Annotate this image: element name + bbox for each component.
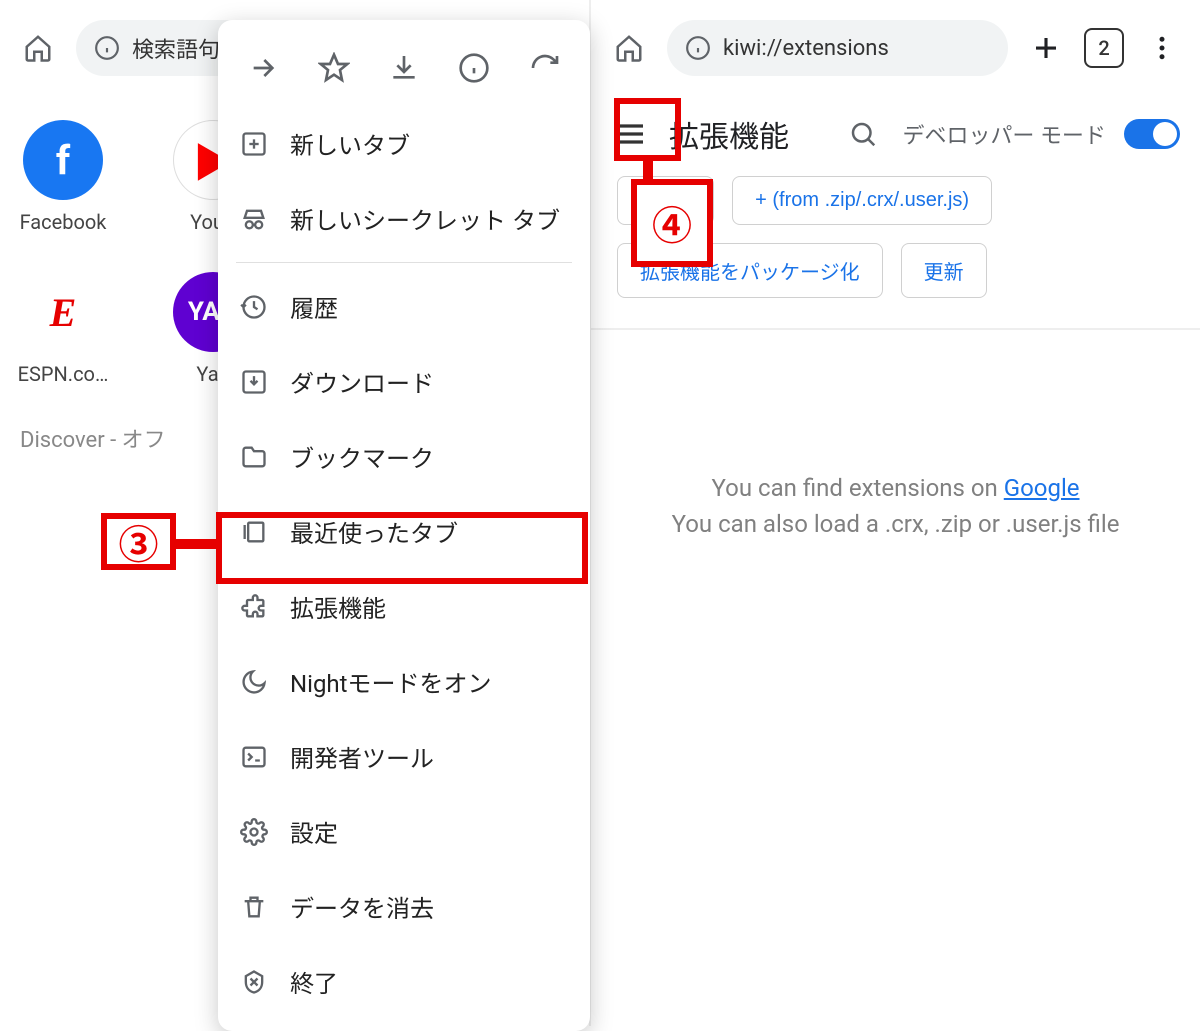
menu-label: 開発者ツール	[290, 739, 434, 774]
ext-btn-from-file[interactable]: + (from .zip/.crx/.user.js)	[732, 176, 992, 225]
more-vert-icon[interactable]	[1140, 26, 1184, 70]
extensions-buttons: store) + (from .zip/.crx/.user.js) 拡張機能を…	[591, 176, 1200, 328]
menu-night-mode[interactable]: Nightモードをオン	[218, 644, 590, 719]
browser-menu: 新しいタブ 新しいシークレット タブ 履歴 ダウンロード ブックマーク 最近使っ…	[218, 20, 590, 1031]
menu-downloads[interactable]: ダウンロード	[218, 344, 590, 419]
hp-item-espn[interactable]: E ESPN.co…	[8, 272, 118, 386]
menu-label: 拡張機能	[290, 589, 386, 624]
menu-separator	[236, 262, 572, 263]
annotation-3-connector	[176, 539, 220, 549]
hp-item-facebook[interactable]: f Facebook	[8, 120, 118, 234]
search-icon[interactable]	[841, 112, 885, 156]
info-icon[interactable]	[452, 46, 496, 90]
extensions-empty-msg: You can find extensions on Google You ca…	[591, 330, 1200, 542]
menu-label: 新しいタブ	[290, 126, 410, 161]
menu-clear-data[interactable]: データを消去	[218, 869, 590, 944]
page-title: 拡張機能	[669, 112, 789, 156]
extensions-header: 拡張機能 デベロッパー モード	[591, 96, 1200, 176]
menu-label: 最近使ったタブ	[290, 514, 458, 549]
menu-dev-tools[interactable]: 開発者ツール	[218, 719, 590, 794]
espn-icon: E	[23, 272, 103, 352]
menu-top-toolbar	[218, 30, 590, 106]
info-icon	[685, 35, 711, 61]
home-icon[interactable]	[607, 26, 651, 70]
menu-recent-tabs[interactable]: 最近使ったタブ	[218, 494, 590, 569]
menu-incognito[interactable]: 新しいシークレット タブ	[218, 181, 590, 256]
info-icon	[94, 35, 120, 61]
menu-label: 新しいシークレット タブ	[290, 201, 560, 236]
menu-extensions[interactable]: 拡張機能	[218, 569, 590, 644]
new-tab-plus-icon[interactable]	[1024, 26, 1068, 70]
tab-count[interactable]: 2	[1084, 28, 1124, 68]
menu-label: データを消去	[290, 889, 434, 924]
menu-label: Nightモードをオン	[290, 664, 492, 699]
menu-new-tab[interactable]: 新しいタブ	[218, 106, 590, 181]
annotation-4-connector	[643, 161, 653, 181]
right-toolbar: kiwi://extensions 2	[591, 0, 1200, 96]
dev-mode-toggle[interactable]	[1124, 119, 1180, 149]
menu-label: ブックマーク	[290, 439, 434, 474]
ext-btn-store[interactable]: store)	[617, 176, 714, 225]
hamburger-icon[interactable]	[611, 114, 651, 154]
menu-label: 終了	[290, 964, 338, 999]
address-text-left: 検索語句	[132, 32, 220, 64]
ext-btn-update[interactable]: 更新	[901, 243, 987, 298]
facebook-icon: f	[23, 120, 103, 200]
menu-label: 履歴	[290, 289, 338, 324]
star-icon[interactable]	[312, 46, 356, 90]
menu-history[interactable]: 履歴	[218, 269, 590, 344]
menu-settings[interactable]: 設定	[218, 794, 590, 869]
dev-mode-label: デベロッパー モード	[903, 118, 1106, 150]
menu-label: 設定	[290, 814, 338, 849]
hp-label: ESPN.co…	[8, 362, 118, 386]
menu-label: ダウンロード	[290, 364, 434, 399]
home-icon[interactable]	[16, 26, 60, 70]
menu-bookmarks[interactable]: ブックマーク	[218, 419, 590, 494]
address-text-right: kiwi://extensions	[723, 36, 889, 61]
right-browser-pane: kiwi://extensions 2 拡張機能 デベロッパー モード stor…	[590, 0, 1200, 1026]
address-bar-right[interactable]: kiwi://extensions	[667, 20, 1008, 76]
reload-icon[interactable]	[523, 46, 567, 90]
ext-btn-package[interactable]: 拡張機能をパッケージ化	[617, 243, 883, 298]
forward-icon[interactable]	[241, 46, 285, 90]
download-icon[interactable]	[382, 46, 426, 90]
google-link[interactable]: Google	[1004, 474, 1080, 502]
hp-label: Facebook	[8, 210, 118, 234]
menu-exit[interactable]: 終了	[218, 944, 590, 1019]
